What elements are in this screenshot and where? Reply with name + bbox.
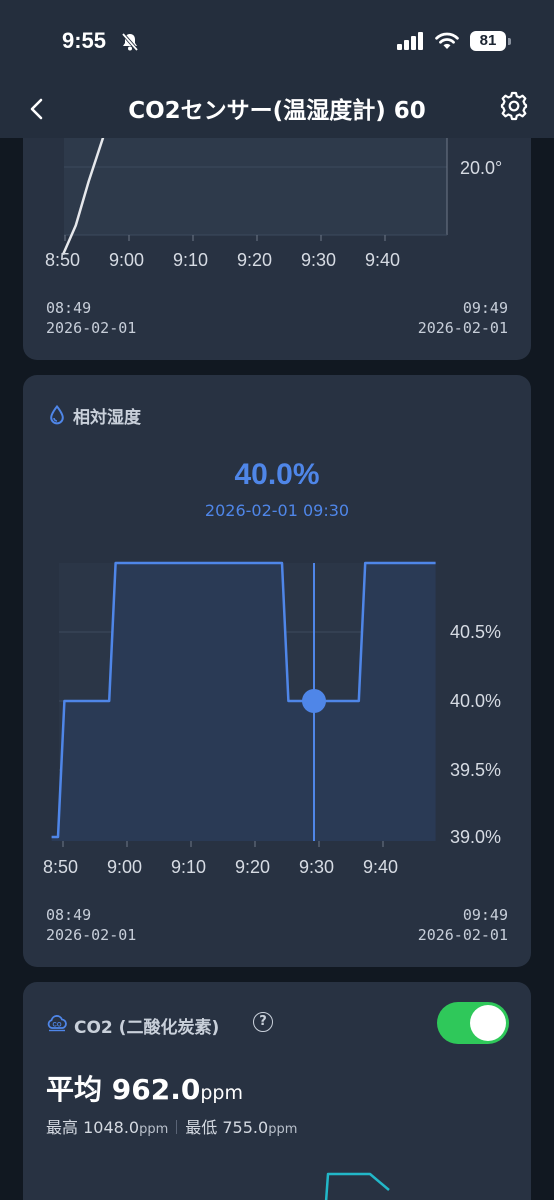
- question-icon[interactable]: ?: [253, 1012, 273, 1032]
- max-label: 最高: [46, 1118, 79, 1137]
- y-tick-label: 39.0%: [450, 827, 502, 847]
- y-tick-label: 40.5%: [450, 622, 502, 642]
- avg-value: 962.0: [111, 1073, 201, 1106]
- y-tick-label: 39.5%: [450, 760, 502, 780]
- x-tick-label: 9:00: [107, 857, 143, 877]
- gear-icon[interactable]: [499, 91, 529, 121]
- range-end-date: 2026-02-01: [417, 926, 508, 944]
- selected-point[interactable]: [302, 689, 326, 713]
- co2-toggle[interactable]: [437, 1002, 509, 1044]
- battery-icon: 81: [470, 31, 506, 51]
- highlight-datetime: 2026-02-01 09:30: [204, 501, 350, 520]
- svg-text:CO: CO: [53, 1022, 62, 1028]
- co2-icon: CO: [47, 1015, 67, 1032]
- max-value: 1048.0: [83, 1118, 140, 1137]
- x-tick-label: 8:50: [43, 857, 79, 877]
- toggle-knob: [470, 1005, 506, 1041]
- range-end-time: 09:49: [462, 299, 508, 317]
- wifi-icon: [435, 32, 459, 49]
- average-display: 平均 962.0ppm: [46, 1068, 243, 1108]
- x-tick-label: 9:00: [109, 250, 145, 270]
- co2-title: CO2 (二酸化炭素): [74, 1018, 220, 1038]
- x-tick-label: 9:20: [235, 857, 271, 877]
- x-tick-label: 9:10: [173, 250, 209, 270]
- humidity-card: 相対湿度 40.0% 2026-02-01 09:30 40.5% 40.0% 39…: [23, 375, 531, 967]
- page-title: CO2センサー(温湿度計) 60: [128, 98, 426, 124]
- max-unit: ppm: [139, 1122, 169, 1137]
- nav-bar: CO2センサー(温湿度計) 60: [0, 80, 554, 138]
- x-tick-label: 8:50: [45, 250, 81, 270]
- x-tick-label: 9:40: [363, 857, 399, 877]
- range-start-date: 2026-02-01: [46, 319, 137, 337]
- x-tick-label: 9:20: [237, 250, 273, 270]
- x-tick-label: 9:30: [301, 250, 337, 270]
- avg-label: 平均: [46, 1073, 103, 1106]
- humidity-title: 相対湿度: [73, 408, 141, 428]
- bell-slash-icon: [121, 32, 139, 52]
- y-tick-label: 40.0%: [450, 691, 502, 711]
- signal-icon: [397, 32, 423, 50]
- min-unit: ppm: [268, 1122, 298, 1137]
- avg-unit: ppm: [200, 1082, 243, 1104]
- temp-y-tick: 20.0°: [460, 158, 503, 178]
- range-start-time: 08:49: [46, 299, 92, 317]
- x-tick-label: 9:30: [299, 857, 335, 877]
- x-tick-label: 9:40: [365, 250, 401, 270]
- range-end-time: 09:49: [462, 906, 508, 924]
- range-end-date: 2026-02-01: [417, 319, 508, 337]
- min-max-display: 最高 1048.0ppm 最低 755.0ppm: [46, 1114, 297, 1138]
- battery-tip: [508, 38, 511, 45]
- status-bar: 9:55 81: [0, 0, 554, 80]
- water-drop-icon: [50, 405, 64, 425]
- co2-chart-preview[interactable]: [23, 1162, 531, 1200]
- temperature-card: 20.0° 8:50 9:00 9:10 9:20 9:30 9:40 08:49 202…: [23, 138, 531, 360]
- divider: [176, 1120, 178, 1134]
- humidity-chart[interactable]: [23, 553, 531, 873]
- x-tick-label: 9:10: [171, 857, 207, 877]
- min-label: 最低: [185, 1118, 218, 1137]
- chevron-left-icon[interactable]: [24, 94, 54, 124]
- range-start-time: 08:49: [46, 906, 92, 924]
- min-value: 755.0: [222, 1118, 269, 1137]
- status-time: 9:55: [62, 28, 107, 53]
- co2-card: CO CO2 (二酸化炭素) ? 平均 962.0ppm 最高 1048.0pp…: [23, 982, 531, 1200]
- highlight-value: 40.0%: [234, 458, 320, 491]
- range-start-date: 2026-02-01: [46, 926, 137, 944]
- temperature-chart[interactable]: [23, 138, 531, 268]
